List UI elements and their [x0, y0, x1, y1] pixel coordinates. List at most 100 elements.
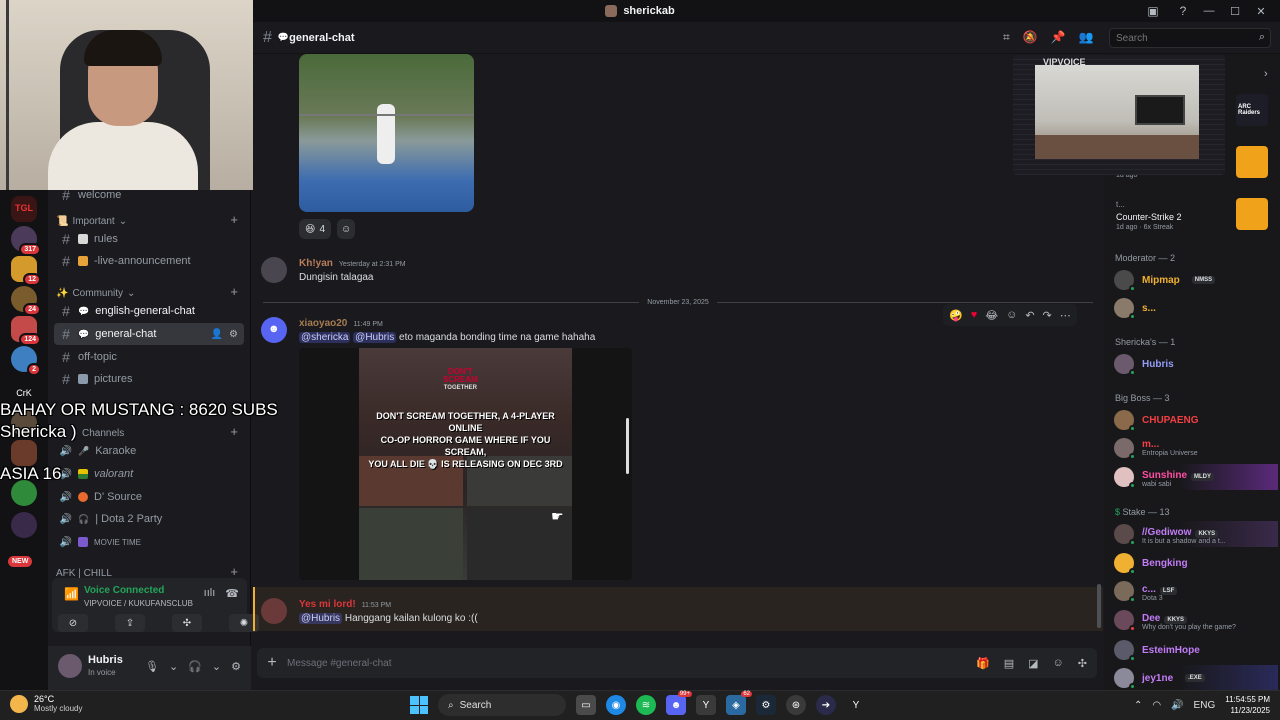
- member-list-icon[interactable]: 👥: [1079, 30, 1094, 45]
- steam-icon[interactable]: ⚙: [756, 695, 776, 715]
- pin-icon[interactable]: 📌: [1051, 30, 1066, 45]
- app-icon[interactable]: ➔: [816, 695, 836, 715]
- server-icon[interactable]: [11, 440, 37, 466]
- message-author[interactable]: xiaoyao20 11:49 PM: [299, 318, 383, 329]
- message-image[interactable]: DON'T SCREAM TOGETHER DON'T SCREAM TOGET…: [299, 348, 632, 580]
- category-important[interactable]: 📜 Important ⌄: [56, 216, 127, 227]
- threads-icon[interactable]: ⌗: [1003, 30, 1010, 45]
- server-icon[interactable]: 317: [11, 226, 41, 256]
- message-input[interactable]: [287, 657, 977, 669]
- voice-channel-karaoke[interactable]: 🔊 🎤 Karaoke: [54, 440, 244, 462]
- voice-channel-dota2-party[interactable]: 🔊 🎧 | Dota 2 Party: [54, 508, 244, 530]
- forward-icon[interactable]: ↷: [1043, 309, 1052, 322]
- windows-start-icon[interactable]: [410, 696, 428, 714]
- spotify-icon[interactable]: ≋: [636, 695, 656, 715]
- message-image[interactable]: [299, 54, 474, 212]
- microphone-icon[interactable]: 🎙: [145, 660, 159, 673]
- server-icon[interactable]: 124: [11, 316, 41, 346]
- server-icon[interactable]: TGL: [11, 196, 37, 222]
- discord-icon[interactable]: ☻ 99+: [666, 691, 692, 715]
- channel-rules[interactable]: # rules: [54, 228, 244, 250]
- member-item[interactable]: Mipmap NMSS: [1114, 267, 1274, 293]
- search-input[interactable]: [1116, 32, 1246, 44]
- noise-suppression-icon[interactable]: ıılı: [204, 587, 216, 600]
- user-mention[interactable]: @Hubris: [353, 332, 397, 343]
- server-icon[interactable]: [11, 512, 37, 538]
- activities-button[interactable]: ✣: [172, 614, 202, 632]
- add-reaction-button[interactable]: ☺: [337, 219, 356, 239]
- add-member-icon[interactable]: 👤: [211, 329, 223, 340]
- voice-channel-path[interactable]: VIPVOICE / KUKUFANSCLUB: [84, 599, 193, 608]
- voice-status[interactable]: Voice Connected: [84, 585, 164, 596]
- taskbar-search[interactable]: ⌕ Search: [438, 694, 566, 716]
- gif-icon[interactable]: ▤: [1004, 657, 1014, 670]
- minimize-button[interactable]: —: [1198, 0, 1220, 22]
- disconnect-icon[interactable]: ☎: [225, 587, 239, 600]
- gift-icon[interactable]: 🎁: [976, 657, 990, 670]
- channel-live-announcement[interactable]: # -live-announcement: [54, 250, 244, 272]
- channel-off-topic[interactable]: # off-topic: [54, 346, 244, 368]
- scroll-thumb[interactable]: [1097, 584, 1101, 628]
- gear-icon[interactable]: ⚙: [231, 660, 241, 673]
- add-channel-button[interactable]: +: [230, 212, 238, 227]
- app-icon[interactable]: ◈ 62: [726, 691, 752, 715]
- add-reaction-icon[interactable]: ☺: [1006, 309, 1017, 321]
- channel-english-general-chat[interactable]: # 💬 english-general-chat: [54, 300, 244, 322]
- app-icon[interactable]: ⊛: [786, 695, 806, 715]
- more-icon[interactable]: ⋯: [1060, 309, 1071, 322]
- member-item[interactable]: Dee KKYS Why don't you play the game?: [1114, 607, 1274, 633]
- server-icon[interactable]: 12: [11, 256, 41, 286]
- game-icon[interactable]: ARC Raiders: [1236, 94, 1268, 126]
- member-item[interactable]: Bengking: [1114, 550, 1274, 576]
- message-author[interactable]: Yes mi lord! 11:53 PM: [299, 599, 391, 610]
- chrome-icon[interactable]: ◉: [606, 695, 626, 715]
- member-item[interactable]: Sunshine MLDY wabi sabi: [1114, 464, 1278, 490]
- server-icon[interactable]: 2: [11, 346, 41, 376]
- app-icon[interactable]: Y: [696, 695, 716, 715]
- laugh-emoji-icon[interactable]: 😂: [985, 309, 998, 322]
- chevron-up-icon[interactable]: ⌃: [1134, 700, 1142, 711]
- gear-icon[interactable]: ⚙: [229, 329, 238, 340]
- user-mention[interactable]: @Hubris: [299, 613, 343, 624]
- voice-channel-movie-time[interactable]: 🔊 MOVIE TIME: [54, 531, 244, 553]
- user-mention[interactable]: @shericka: [299, 332, 351, 343]
- app-icon[interactable]: Y: [846, 695, 866, 715]
- apps-icon[interactable]: ✣: [1078, 657, 1087, 670]
- voice-channel-d-source[interactable]: 🔊 D' Source: [54, 486, 244, 508]
- member-item[interactable]: EsteimHope: [1114, 637, 1274, 663]
- close-button[interactable]: ✕: [1250, 0, 1272, 22]
- add-channel-button[interactable]: +: [230, 424, 238, 439]
- language-indicator[interactable]: ENG: [1194, 700, 1216, 711]
- avatar[interactable]: [261, 257, 287, 283]
- clock[interactable]: 11:54:55 PM 11/23/2025: [1225, 694, 1270, 716]
- inbox-icon[interactable]: ▣: [1145, 3, 1161, 19]
- heart-emoji-icon[interactable]: ♥: [971, 309, 978, 321]
- avatar[interactable]: [58, 654, 82, 678]
- add-attachment-button[interactable]: +: [257, 654, 287, 672]
- chevron-down-icon[interactable]: ⌄: [169, 660, 178, 673]
- camera-off-button[interactable]: ⊘: [58, 614, 88, 632]
- member-item[interactable]: Hubris: [1114, 351, 1274, 377]
- member-item[interactable]: s...: [1114, 295, 1274, 321]
- chevron-down-icon[interactable]: ⌄: [212, 660, 221, 673]
- help-icon[interactable]: ?: [1175, 3, 1191, 19]
- message-author[interactable]: Kh!yan Yesterday at 2:31 PM: [299, 258, 406, 269]
- task-view-icon[interactable]: ▭: [576, 695, 596, 715]
- wifi-icon[interactable]: ◠: [1152, 700, 1161, 711]
- tongue-emoji-icon[interactable]: 🤪: [949, 309, 963, 322]
- server-icon[interactable]: 24: [11, 286, 41, 316]
- reaction-chip[interactable]: 😆 4: [299, 219, 331, 239]
- activity-card[interactable]: t... Counter-Strike 2 1d ago · 6x Streak: [1110, 198, 1278, 242]
- avatar[interactable]: ☻: [261, 317, 287, 343]
- bell-off-icon[interactable]: 🔕: [1023, 30, 1038, 45]
- chevron-right-icon[interactable]: ›: [1264, 68, 1268, 80]
- channel-pictures[interactable]: # pictures: [54, 368, 244, 390]
- member-item[interactable]: jey1ne .EXE: [1114, 665, 1278, 690]
- category-community[interactable]: ✨ Community ⌄: [56, 288, 135, 299]
- channel-general-chat[interactable]: # 💬 general-chat 👤 ⚙: [54, 323, 244, 345]
- add-channel-button[interactable]: +: [230, 284, 238, 299]
- sticker-icon[interactable]: ◪: [1028, 657, 1038, 670]
- screen-share-button[interactable]: ⇪: [115, 614, 145, 632]
- avatar[interactable]: [261, 598, 287, 624]
- emoji-icon[interactable]: ☺: [1053, 657, 1064, 670]
